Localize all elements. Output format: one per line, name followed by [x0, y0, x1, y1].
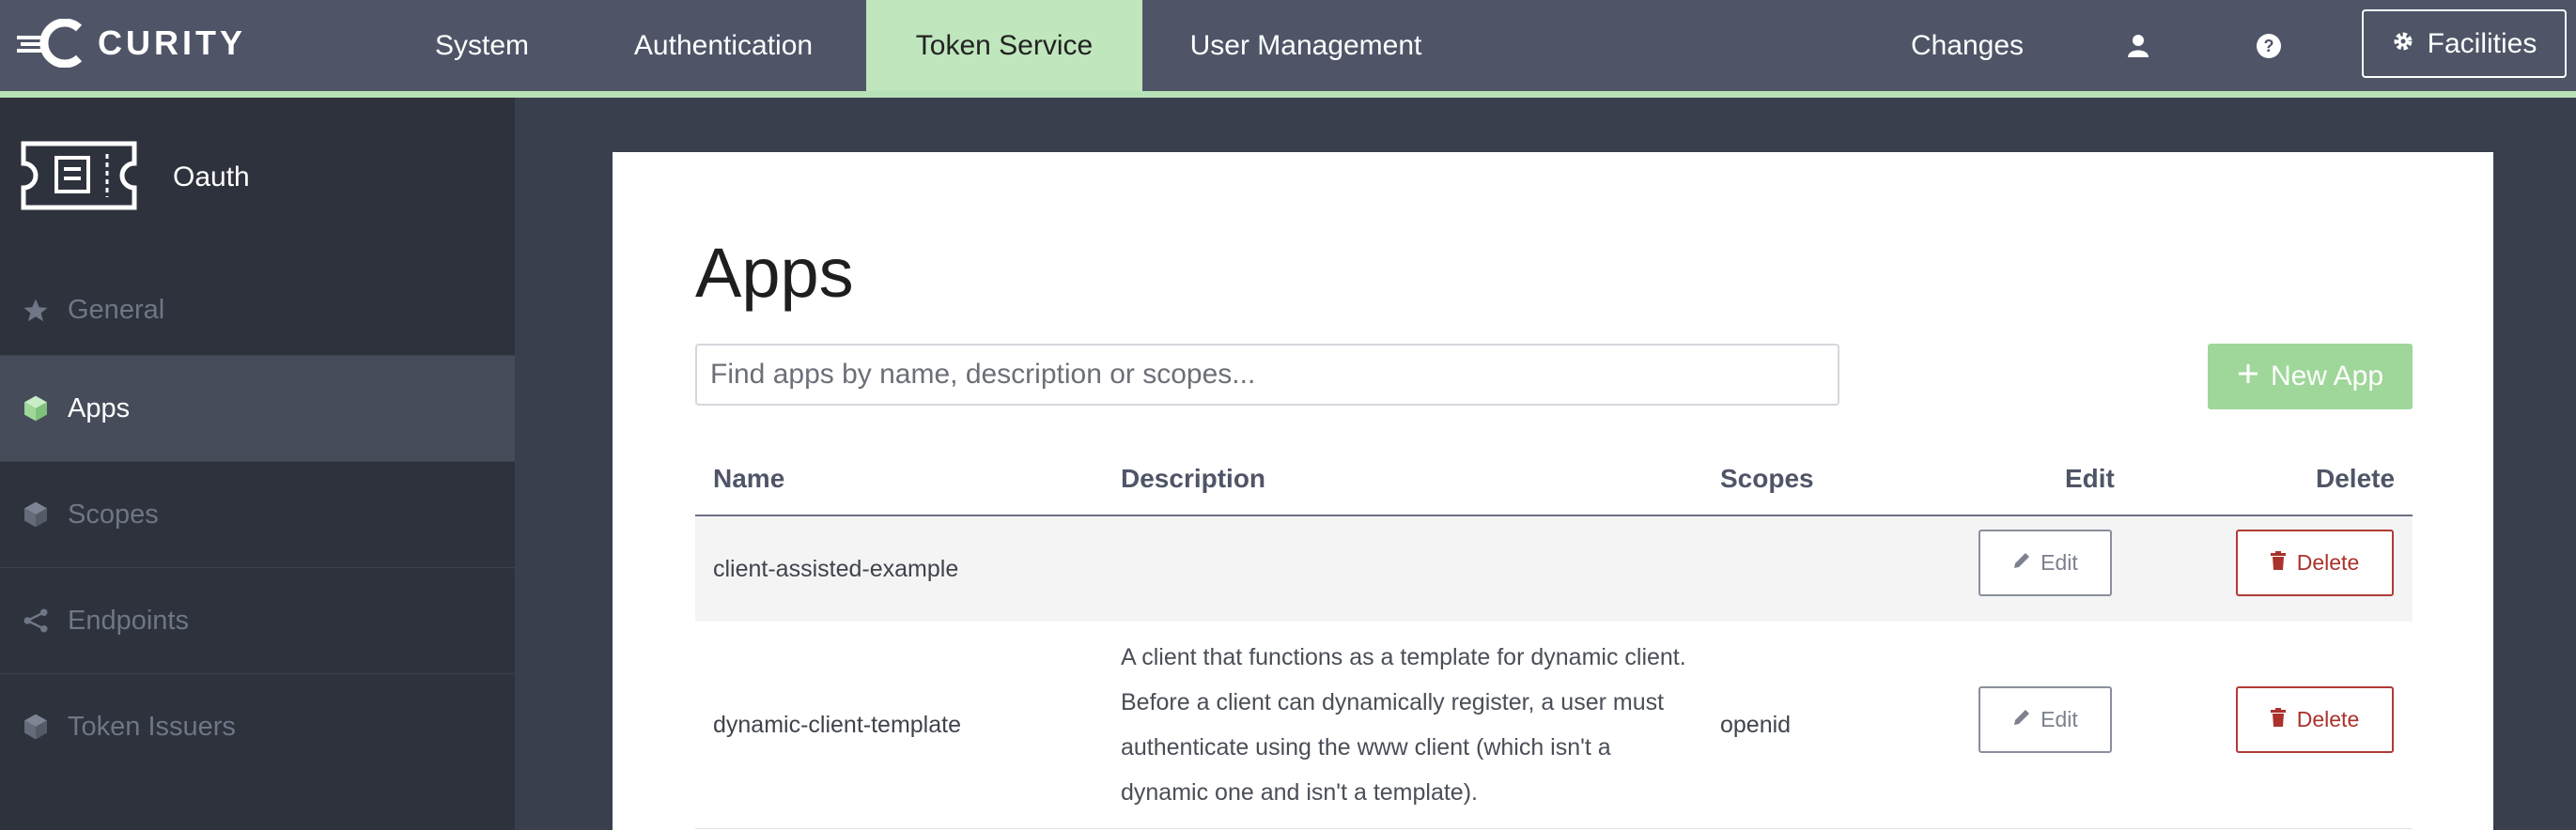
column-header-edit: Edit: [2065, 464, 2115, 493]
trash-icon: [2270, 707, 2286, 732]
sidebar-item-label: General: [68, 295, 165, 325]
nav-token-service[interactable]: Token Service: [866, 0, 1142, 91]
share-icon: [0, 607, 68, 635]
new-app-label: New App: [2270, 361, 2384, 392]
sidebar-item-label: Token Issuers: [68, 711, 236, 742]
plus-icon: [2237, 361, 2259, 392]
cube-icon: [0, 712, 68, 742]
sidebar-item-general[interactable]: General: [0, 257, 515, 363]
column-header-description: Description: [1121, 464, 1266, 493]
cube-icon: [0, 500, 68, 530]
sidebar-item-apps[interactable]: Apps: [0, 355, 515, 461]
sidebar-item-token-issuers[interactable]: Token Issuers: [0, 673, 515, 779]
top-navigation-bar: CURITY System Authentication Token Servi…: [0, 0, 2576, 91]
column-header-scopes: Scopes: [1720, 464, 1814, 493]
app-scopes: openid: [1720, 712, 1792, 738]
edit-button[interactable]: Edit: [1979, 530, 2112, 596]
facilities-label: Facilities: [2427, 27, 2537, 59]
delete-button[interactable]: Delete: [2236, 530, 2394, 596]
row-divider: [695, 828, 2413, 829]
star-icon: [0, 297, 68, 325]
pencil-icon: [2012, 550, 2031, 576]
sidebar-item-scopes[interactable]: Scopes: [0, 461, 515, 567]
sidebar-item-endpoints[interactable]: Endpoints: [0, 567, 515, 673]
nav-changes[interactable]: Changes: [1901, 0, 2033, 91]
nav-authentication[interactable]: Authentication: [614, 0, 832, 91]
pencil-icon: [2012, 707, 2031, 732]
curity-logo-icon: [17, 19, 83, 68]
edit-label: Edit: [2041, 550, 2078, 575]
help-icon[interactable]: ?: [2241, 0, 2297, 91]
cube-icon: [0, 393, 68, 423]
sidebar-item-label: Scopes: [68, 499, 159, 530]
user-icon[interactable]: [2110, 0, 2166, 91]
search-input[interactable]: [695, 344, 1839, 406]
sidebar: Oauth General Apps Scopes Endpoints Toke…: [0, 98, 515, 830]
gear-icon: [2392, 28, 2414, 60]
column-header-name: Name: [713, 464, 785, 493]
brand-name: CURITY: [98, 23, 246, 62]
app-name: dynamic-client-template: [713, 712, 961, 738]
sidebar-item-label: Endpoints: [68, 605, 189, 636]
sidebar-item-label: Apps: [68, 392, 131, 423]
delete-label: Delete: [2296, 707, 2360, 731]
app-description: A client that functions as a template fo…: [1121, 644, 1686, 806]
sidebar-header: Oauth: [0, 98, 515, 257]
active-section-underline: [0, 91, 2576, 98]
edit-button[interactable]: Edit: [1979, 686, 2112, 753]
page-title: Apps: [695, 234, 854, 312]
ticket-icon: [21, 141, 137, 215]
app-name: client-assisted-example: [713, 556, 959, 582]
nav-user-management[interactable]: User Management: [1182, 0, 1430, 91]
curity-logo[interactable]: CURITY: [17, 19, 246, 68]
svg-text:?: ?: [2264, 37, 2274, 55]
sidebar-title: Oauth: [173, 161, 250, 192]
delete-button[interactable]: Delete: [2236, 686, 2394, 753]
edit-label: Edit: [2041, 707, 2078, 731]
facilities-button[interactable]: Facilities: [2362, 9, 2567, 78]
new-app-button[interactable]: New App: [2208, 344, 2413, 409]
column-header-delete: Delete: [2316, 464, 2396, 493]
delete-label: Delete: [2296, 550, 2360, 575]
nav-system[interactable]: System: [413, 0, 551, 91]
trash-icon: [2270, 550, 2286, 576]
